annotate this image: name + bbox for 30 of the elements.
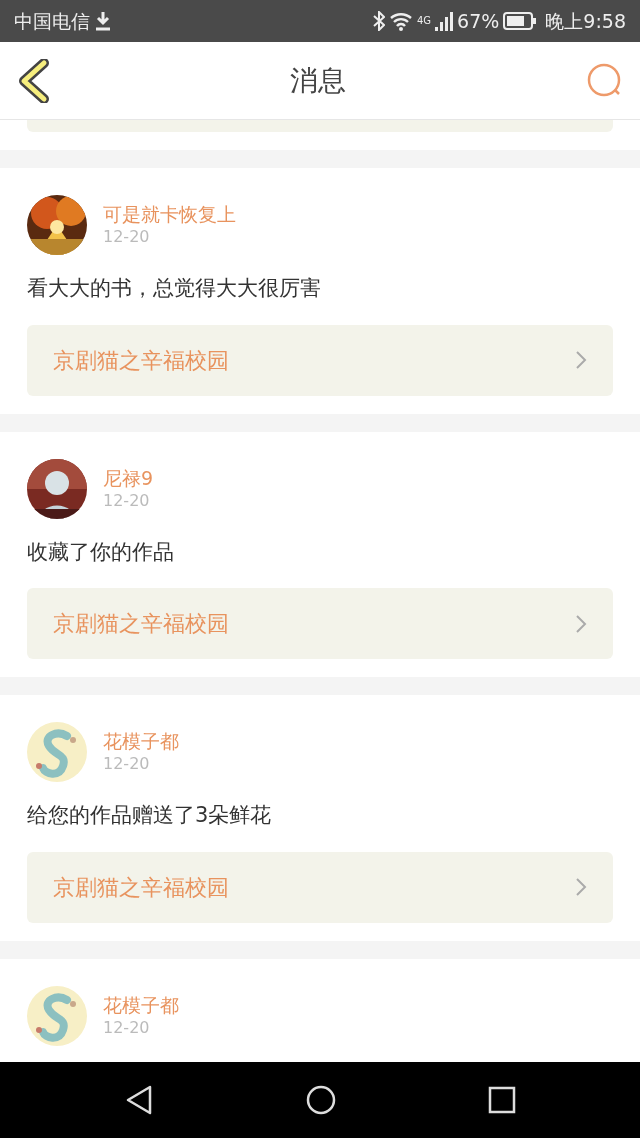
download-icon: [94, 11, 112, 31]
bluetooth-icon: [372, 11, 385, 31]
user-name[interactable]: 可是就卡恢复上: [103, 202, 236, 226]
message-date: 12-20: [103, 226, 151, 248]
network-label: 4G: [416, 13, 432, 28]
message-text: 看大大的书，总觉得大大很厉害: [27, 275, 322, 302]
clock-time: 晚上9:58: [545, 8, 626, 34]
battery-icon: [503, 12, 538, 30]
home-nav-button[interactable]: [305, 1084, 337, 1116]
work-link[interactable]: 京剧猫之辛福校园: [27, 851, 613, 923]
message-date: 12-20: [103, 753, 151, 775]
work-link[interactable]: 京剧猫之辛福校园: [27, 324, 613, 396]
signal-icon: [435, 11, 454, 31]
message-date: 12-20: [103, 489, 151, 512]
page-title: 消息: [290, 62, 346, 99]
battery-percent: 67%: [457, 8, 500, 34]
carrier-name: 中国电信: [14, 8, 90, 34]
message-text: 给您的作品赠送了3朵鲜花: [27, 802, 273, 829]
work-link[interactable]: 京剧猫之辛福校园: [27, 588, 613, 659]
back-button[interactable]: [16, 58, 50, 103]
user-name[interactable]: 花模子都: [103, 729, 179, 753]
user-name[interactable]: 尼禄9: [103, 465, 154, 490]
chevron-icon: [575, 350, 587, 370]
user-name[interactable]: 花模子都: [103, 992, 179, 1017]
chevron-icon: [575, 877, 587, 897]
wifi-icon: [388, 11, 413, 31]
message-date: 12-20: [103, 1016, 151, 1039]
recents-nav-button[interactable]: [488, 1086, 517, 1114]
chevron-icon: [575, 613, 587, 634]
message-text: 收藏了你的作品: [27, 538, 175, 566]
